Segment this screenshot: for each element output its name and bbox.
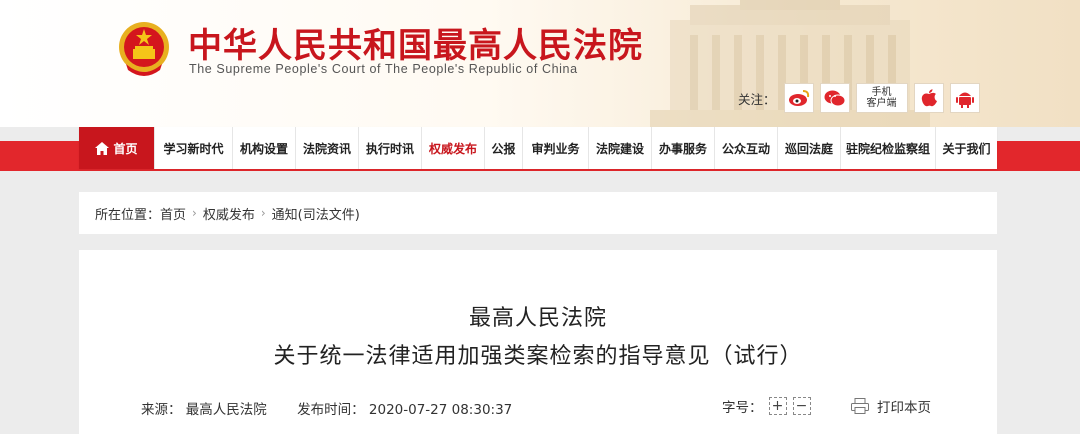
wechat-button[interactable]: [819, 83, 850, 113]
nav-item-about-us[interactable]: 关于我们: [935, 127, 997, 169]
article-publish-time: 发布时间： 2020-07-27 08:30:37: [297, 402, 513, 418]
nav-item-gazette[interactable]: 公报: [484, 127, 522, 169]
nav-item-enforcement-news[interactable]: 执行时讯: [358, 127, 421, 169]
nav-item-court-building[interactable]: 法院建设: [588, 127, 651, 169]
site-subtitle: The Supreme People's Court of The People…: [189, 62, 578, 76]
weibo-button[interactable]: [783, 83, 814, 113]
nav-item-court-news[interactable]: 法院资讯: [295, 127, 358, 169]
ios-app-button[interactable]: [913, 83, 944, 113]
main-nav: 首页 学习新时代 机构设置 法院资讯 执行时讯 权威发布 公报 审判业务 法院建…: [79, 127, 997, 169]
font-increase-button[interactable]: +: [768, 397, 787, 415]
android-app-button[interactable]: [949, 83, 980, 113]
article-source: 来源： 最高人民法院: [141, 402, 267, 418]
breadcrumb-separator: ›: [192, 206, 197, 220]
font-size-label: 字号：: [722, 400, 763, 416]
nav-item-official-releases[interactable]: 权威发布: [421, 127, 484, 169]
font-size-controls: 字号： + −: [722, 396, 811, 416]
breadcrumb-separator: ›: [260, 206, 266, 220]
national-emblem-icon: [119, 22, 169, 76]
apple-icon: [921, 89, 937, 107]
site-header: 中华人民共和国最高人民法院 The Supreme People's Court…: [0, 0, 1080, 127]
site-title: 中华人民共和国最高人民法院: [188, 26, 643, 66]
follow-label: 关注：: [738, 91, 776, 107]
print-button[interactable]: 打印本页: [851, 396, 931, 416]
article-meta: 来源： 最高人民法院 发布时间： 2020-07-27 08:30:37: [141, 398, 512, 418]
mobile-client-button[interactable]: 手机 客户端: [855, 83, 908, 113]
breadcrumb: 所在位置： 首页 › 权威发布 › 通知(司法文件): [79, 192, 997, 234]
article-title-line2: 关于统一法律适用加强类案检索的指导意见（试行）: [273, 344, 803, 369]
nav-item-trial-business[interactable]: 审判业务: [522, 127, 588, 169]
nav-item-home[interactable]: 首页: [79, 127, 154, 169]
nav-item-public-interaction[interactable]: 公众互动: [714, 127, 777, 169]
print-label: 打印本页: [877, 400, 931, 416]
follow-bar: 关注： 手机 客户端: [738, 83, 986, 113]
android-icon: [955, 92, 974, 108]
nav-label: 首页: [113, 141, 138, 156]
nav-item-discipline-inspection[interactable]: 驻院纪检监察组: [840, 127, 935, 169]
printer-icon: [851, 398, 869, 414]
breadcrumb-link-official-releases[interactable]: 权威发布: [203, 204, 255, 223]
home-icon: [95, 141, 110, 155]
nav-item-services[interactable]: 办事服务: [651, 127, 714, 169]
weibo-icon: [788, 90, 809, 106]
article-title-line1: 最高人民法院: [468, 306, 607, 331]
mobile-label-line1: 手机: [871, 87, 892, 98]
mobile-label-line2: 客户端: [866, 98, 897, 109]
breadcrumb-link-notices[interactable]: 通知(司法文件): [272, 204, 360, 223]
nav-item-organization[interactable]: 机构设置: [232, 127, 295, 169]
wechat-icon: [824, 90, 846, 107]
breadcrumb-prefix: 所在位置：: [95, 207, 161, 223]
nav-item-circuit-courts[interactable]: 巡回法庭: [777, 127, 840, 169]
nav-item-study[interactable]: 学习新时代: [154, 127, 232, 169]
article-panel: 最高人民法院 关于统一法律适用加强类案检索的指导意见（试行） 来源： 最高人民法…: [79, 250, 997, 434]
font-decrease-button[interactable]: −: [792, 397, 811, 415]
breadcrumb-link-home[interactable]: 首页: [160, 204, 186, 223]
